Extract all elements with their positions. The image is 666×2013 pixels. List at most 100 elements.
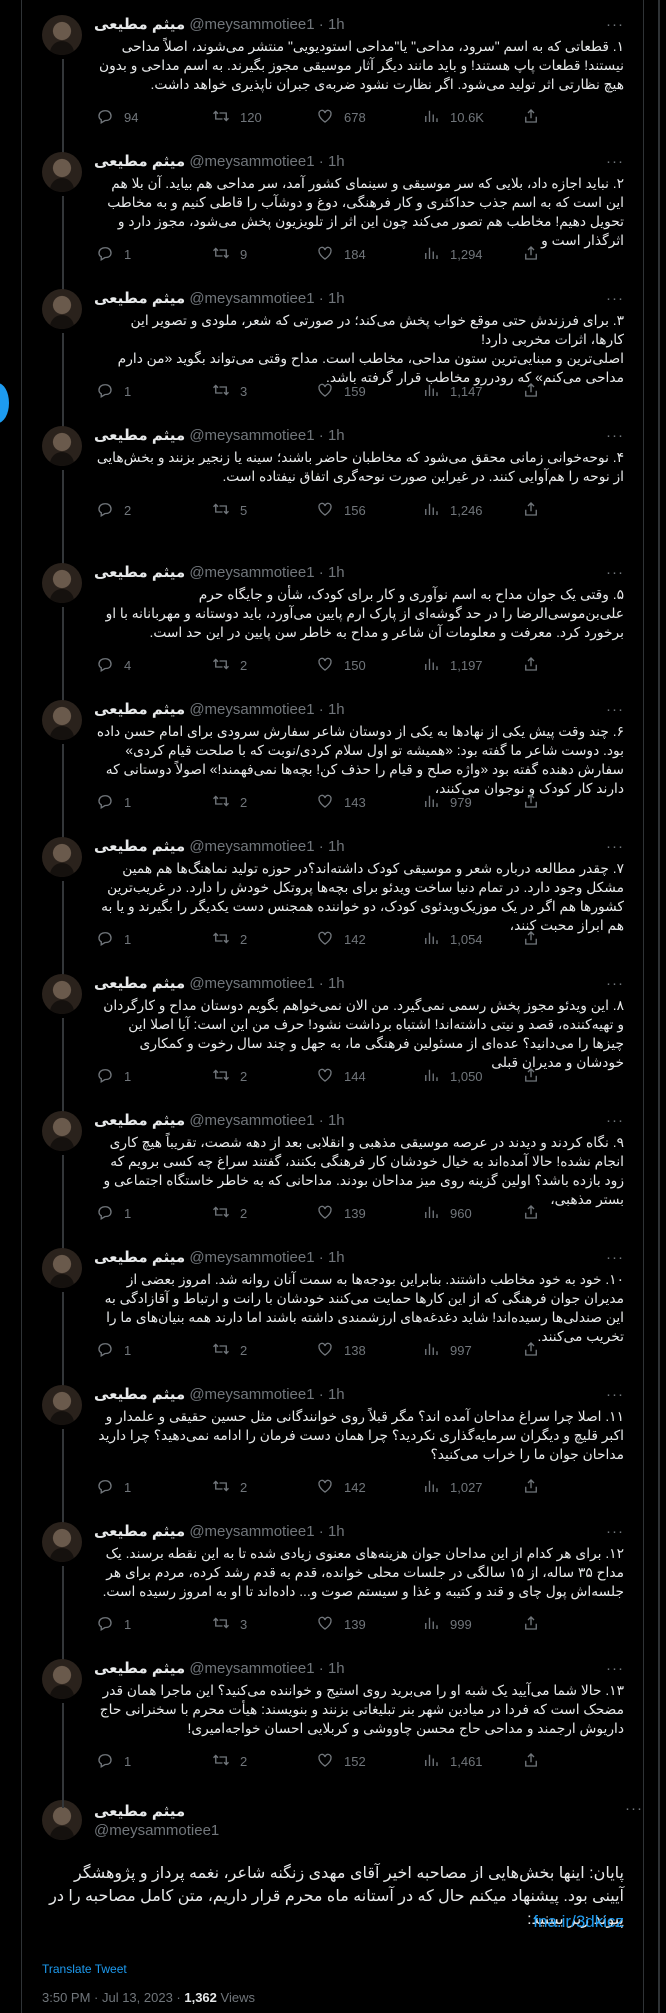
like-button[interactable]: 159 — [316, 381, 366, 401]
share-button[interactable] — [522, 792, 540, 812]
tweet[interactable]: میثم مطیعی @meysammotiee1 · 1h ··· ۷. چقدر… — [22, 837, 643, 986]
share-button[interactable] — [522, 381, 540, 401]
share-button[interactable] — [522, 1751, 540, 1771]
retweet-button[interactable]: 3 — [212, 1614, 247, 1634]
avatar[interactable] — [42, 1111, 82, 1151]
like-button[interactable]: 138 — [316, 1340, 366, 1360]
retweet-button[interactable]: 2 — [212, 1066, 247, 1086]
avatar[interactable] — [42, 1659, 82, 1699]
author-handle[interactable]: @meysammotiee1 — [94, 1822, 219, 1839]
author-handle[interactable]: @meysammotiee1 — [189, 1112, 314, 1129]
views-button[interactable]: 1,197 — [422, 655, 483, 675]
share-button[interactable] — [522, 244, 540, 264]
timestamp-text[interactable]: 3:50 PM · Jul 13, 2023 · — [42, 1990, 184, 2005]
avatar[interactable] — [42, 426, 82, 466]
views-button[interactable]: 979 — [422, 792, 472, 812]
author-name[interactable]: میثم مطیعی — [94, 1386, 185, 1403]
retweet-button[interactable]: 2 — [212, 1340, 247, 1360]
more-icon[interactable]: ··· — [606, 974, 624, 994]
reply-button[interactable]: 1 — [96, 381, 131, 401]
share-button[interactable] — [522, 929, 540, 949]
retweet-button[interactable]: 5 — [212, 500, 247, 520]
more-icon[interactable]: ··· — [606, 700, 624, 720]
share-button[interactable] — [522, 107, 540, 127]
views-button[interactable]: 1,054 — [422, 929, 483, 949]
author-handle[interactable]: @meysammotiee1 — [189, 975, 314, 992]
reply-button[interactable]: 1 — [96, 792, 131, 812]
share-button[interactable] — [522, 1203, 540, 1223]
author-name[interactable]: میثم مطیعی — [94, 1523, 185, 1540]
share-button[interactable] — [522, 500, 540, 520]
tweet[interactable]: میثم مطیعی @meysammotiee1 · 1h ··· ۶. چند … — [22, 700, 643, 849]
scrollbar[interactable] — [658, 0, 660, 2013]
tweet[interactable]: میثم مطیعی @meysammotiee1 · 1h ··· ۴. نوحه… — [22, 426, 643, 575]
tweet-time[interactable]: 1h — [328, 701, 345, 718]
views-button[interactable]: 997 — [422, 1340, 472, 1360]
reply-button[interactable]: 1 — [96, 1751, 131, 1771]
avatar[interactable] — [42, 837, 82, 877]
reply-button[interactable]: 1 — [96, 929, 131, 949]
more-icon[interactable]: ··· — [606, 1659, 624, 1679]
tweet-time[interactable]: 1h — [328, 16, 345, 33]
views-button[interactable]: 999 — [422, 1614, 472, 1634]
like-button[interactable]: 678 — [316, 107, 366, 127]
like-button[interactable]: 139 — [316, 1203, 366, 1223]
retweet-button[interactable]: 2 — [212, 1477, 247, 1497]
views-button[interactable]: 1,147 — [422, 381, 483, 401]
avatar[interactable] — [42, 15, 82, 55]
avatar[interactable] — [42, 1522, 82, 1562]
retweet-button[interactable]: 2 — [212, 1751, 247, 1771]
tweet[interactable]: میثم مطیعی @meysammotiee1 · 1h ··· ۱۳. حال… — [22, 1659, 643, 1808]
blue-floating-button[interactable] — [0, 383, 9, 423]
like-button[interactable]: 142 — [316, 929, 366, 949]
share-button[interactable] — [522, 1340, 540, 1360]
reply-button[interactable]: 1 — [96, 1066, 131, 1086]
author-name[interactable]: میثم مطیعی — [94, 701, 185, 718]
avatar[interactable] — [42, 152, 82, 192]
author-handle[interactable]: @meysammotiee1 — [189, 290, 314, 307]
author-handle[interactable]: @meysammotiee1 — [189, 701, 314, 718]
tweet[interactable]: میثم مطیعی @meysammotiee1 · 1h ··· ۱۰. خود… — [22, 1248, 643, 1397]
author-name[interactable]: میثم مطیعی — [94, 427, 185, 444]
like-button[interactable]: 150 — [316, 655, 366, 675]
tweet-time[interactable]: 1h — [328, 1660, 345, 1677]
reply-button[interactable]: 94 — [96, 107, 138, 127]
author-handle[interactable]: @meysammotiee1 — [189, 427, 314, 444]
tweet[interactable]: میثم مطیعی @meysammotiee1 · 1h ··· ۵. وقتی… — [22, 563, 643, 712]
tweet-time[interactable]: 1h — [328, 1112, 345, 1129]
more-icon[interactable]: ··· — [606, 15, 624, 35]
author-name[interactable]: میثم مطیعی — [94, 975, 185, 992]
retweet-button[interactable]: 3 — [212, 381, 247, 401]
author-handle[interactable]: @meysammotiee1 — [189, 1386, 314, 1403]
reply-button[interactable]: 1 — [96, 1477, 131, 1497]
more-icon[interactable]: ··· — [606, 563, 624, 583]
reply-button[interactable]: 4 — [96, 655, 131, 675]
views-button[interactable]: 10.6K — [422, 107, 484, 127]
tweet[interactable]: میثم مطیعی @meysammotiee1 · 1h ··· ۱. قطعا… — [22, 15, 643, 164]
tweet-link[interactable]: fna.ir/3dkicz — [512, 1912, 624, 1932]
share-button[interactable] — [522, 1066, 540, 1086]
author-handle[interactable]: @meysammotiee1 — [189, 153, 314, 170]
retweet-button[interactable]: 2 — [212, 1203, 247, 1223]
more-icon[interactable]: ··· — [606, 1385, 624, 1405]
views-button[interactable]: 1,246 — [422, 500, 483, 520]
reply-button[interactable]: 2 — [96, 500, 131, 520]
tweet-time[interactable]: 1h — [328, 427, 345, 444]
like-button[interactable]: 143 — [316, 792, 366, 812]
share-button[interactable] — [522, 1477, 540, 1497]
tweet-time[interactable]: 1h — [328, 290, 345, 307]
author-handle[interactable]: @meysammotiee1 — [189, 1249, 314, 1266]
retweet-button[interactable]: 120 — [212, 107, 262, 127]
tweet[interactable]: میثم مطیعی @meysammotiee1 · 1h ··· ۲. نبای… — [22, 152, 643, 301]
like-button[interactable]: 184 — [316, 244, 366, 264]
avatar[interactable] — [42, 289, 82, 329]
tweet[interactable]: میثم مطیعی @meysammotiee1 · 1h ··· ۸. این … — [22, 974, 643, 1123]
author-handle[interactable]: @meysammotiee1 — [189, 1660, 314, 1677]
tweet[interactable]: میثم مطیعی @meysammotiee1 · 1h ··· ۱۱. اصل… — [22, 1385, 643, 1534]
more-icon[interactable]: ··· — [606, 1522, 624, 1542]
author-handle[interactable]: @meysammotiee1 — [189, 838, 314, 855]
views-button[interactable]: 960 — [422, 1203, 472, 1223]
like-button[interactable]: 156 — [316, 500, 366, 520]
author-name[interactable]: میثم مطیعی — [94, 1112, 185, 1129]
more-icon[interactable]: ··· — [606, 426, 624, 446]
